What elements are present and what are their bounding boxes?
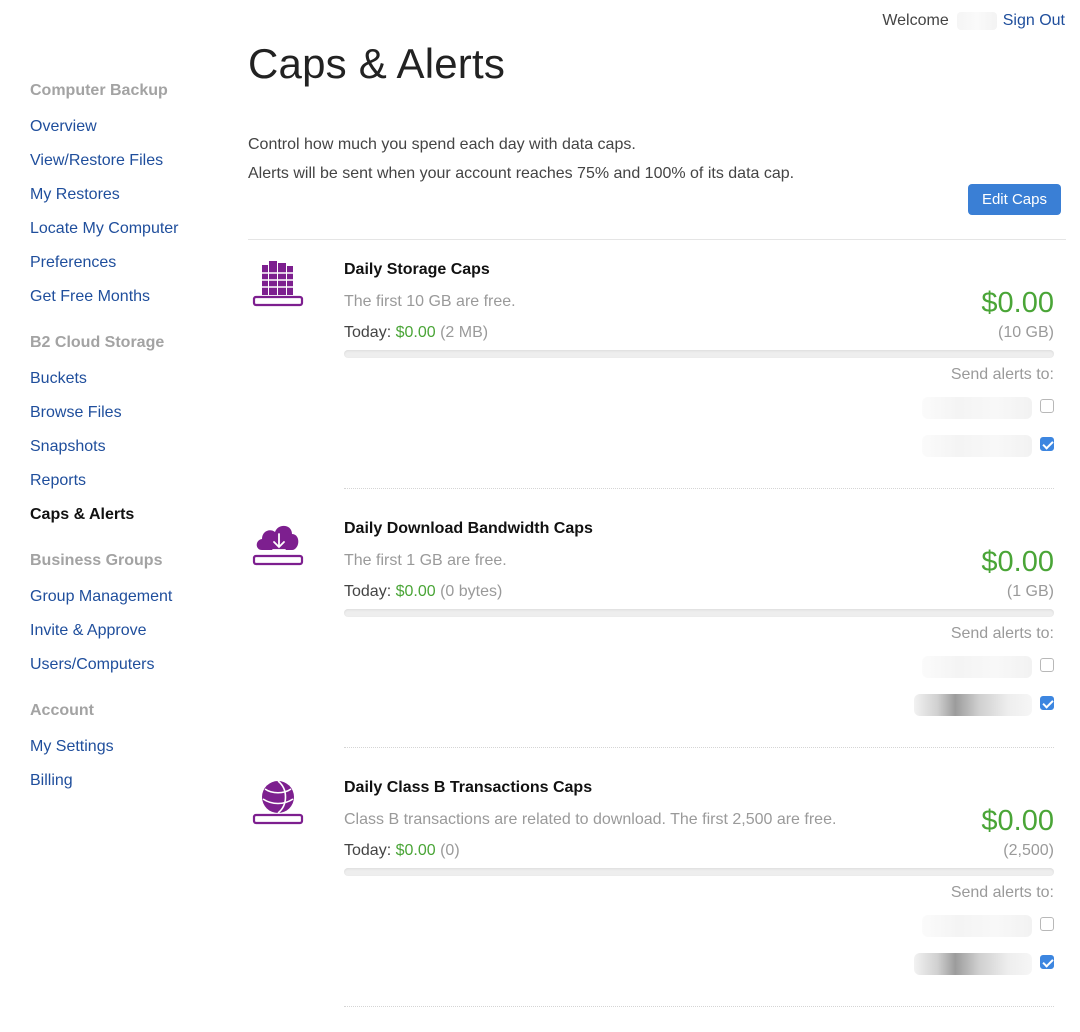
sidebar-item-caps-alerts[interactable]: Caps & Alerts [30, 506, 230, 526]
sidebar-item-browse-files[interactable]: Browse Files [30, 404, 230, 424]
sidebar: Computer Backup Overview View/Restore Fi… [30, 82, 230, 818]
cap-title: Daily Class B Transactions Caps [344, 779, 593, 796]
divider [248, 239, 1066, 240]
welcome-text: Welcome [882, 12, 949, 29]
cap-storage-content: Daily Storage Caps The first 10 GB are f… [344, 261, 1054, 457]
globe-icon [252, 779, 306, 827]
page-title: Caps & Alerts [248, 40, 506, 87]
sidebar-item-get-free-months[interactable]: Get Free Months [30, 288, 230, 308]
sidebar-item-reports[interactable]: Reports [30, 472, 230, 492]
sidebar-item-locate-my-computer[interactable]: Locate My Computer [30, 220, 230, 240]
sidebar-item-group-management[interactable]: Group Management [30, 588, 230, 608]
today-detail: (0 bytes) [440, 583, 503, 600]
sign-out-link[interactable]: Sign Out [1003, 12, 1065, 30]
alert-checkbox[interactable] [1040, 437, 1054, 451]
recipient-redacted [914, 694, 1032, 716]
cap-limit: (2,500) [1003, 842, 1054, 859]
cap-limit: (1 GB) [1006, 583, 1054, 600]
cap-amount: $0.00 [981, 287, 1054, 319]
recipient-redacted [922, 435, 1032, 457]
alert-recipient [344, 395, 1054, 419]
today-row: Today: $0.00 (0) (2,500) [344, 842, 1054, 862]
top-bar: Welcome Sign Out [882, 12, 1065, 30]
sidebar-item-view-restore-files[interactable]: View/Restore Files [30, 152, 230, 172]
cap-title: Daily Download Bandwidth Caps [344, 520, 593, 537]
sidebar-group-computer-backup: Computer Backup Overview View/Restore Fi… [30, 82, 230, 308]
cap-description: The first 10 GB are free. [344, 293, 516, 310]
recipient-redacted [914, 953, 1032, 975]
cap-amount: $0.00 [981, 546, 1054, 578]
alert-recipient [344, 692, 1054, 716]
sidebar-item-my-settings[interactable]: My Settings [30, 738, 230, 758]
today-value: $0.00 [395, 583, 436, 600]
usage-progress-bar [344, 350, 1054, 358]
today-detail: (0) [440, 842, 460, 859]
sidebar-item-billing[interactable]: Billing [30, 772, 230, 792]
server-icon [252, 261, 306, 309]
cap-class-b-content: Daily Class B Transactions Caps Class B … [344, 779, 1054, 975]
cap-description: The first 1 GB are free. [344, 552, 507, 569]
alert-checkbox[interactable] [1040, 696, 1054, 710]
edit-caps-button[interactable]: Edit Caps [967, 184, 1061, 215]
alert-checkbox[interactable] [1040, 399, 1054, 413]
recipient-redacted [922, 397, 1032, 419]
sidebar-item-users-computers[interactable]: Users/Computers [30, 656, 230, 676]
send-alerts-label: Send alerts to: [950, 366, 1054, 383]
alert-checkbox[interactable] [1040, 955, 1054, 969]
intro-line-alerts: Alerts will be sent when your account re… [248, 165, 795, 182]
sidebar-item-preferences[interactable]: Preferences [30, 254, 230, 274]
alert-recipient [344, 951, 1054, 975]
usage-progress-bar [344, 868, 1054, 876]
cap-title: Daily Storage Caps [344, 261, 490, 278]
today-label: Today: [344, 324, 392, 341]
sidebar-section-title: Account [30, 702, 94, 719]
today-detail: (2 MB) [440, 324, 489, 341]
send-alerts-label: Send alerts to: [950, 625, 1054, 642]
sidebar-group-account: Account My Settings Billing [30, 702, 230, 792]
sidebar-group-business-groups: Business Groups Group Management Invite … [30, 552, 230, 676]
intro-text: Control how much you spend each day with… [248, 130, 1066, 188]
sidebar-item-my-restores[interactable]: My Restores [30, 186, 230, 206]
recipient-redacted [922, 915, 1032, 937]
sidebar-section-title: Business Groups [30, 552, 163, 569]
today-value: $0.00 [395, 842, 436, 859]
alert-checkbox[interactable] [1040, 658, 1054, 672]
main-content: Caps & Alerts Control how much you spend… [248, 40, 1066, 1007]
cap-storage: Daily Storage Caps The first 10 GB are f… [248, 261, 1066, 511]
sidebar-item-overview[interactable]: Overview [30, 118, 230, 138]
alert-recipient [344, 654, 1054, 678]
cap-class-b-transactions: Daily Class B Transactions Caps Class B … [248, 779, 1066, 1029]
alert-recipient [344, 433, 1054, 457]
cap-separator [344, 1006, 1054, 1007]
sidebar-item-buckets[interactable]: Buckets [30, 370, 230, 390]
cloud-download-icon [252, 520, 306, 568]
sidebar-section-title: B2 Cloud Storage [30, 334, 165, 351]
cap-amount: $0.00 [981, 805, 1054, 837]
cap-separator [344, 488, 1054, 489]
username-redacted [956, 12, 997, 30]
sidebar-item-invite-approve[interactable]: Invite & Approve [30, 622, 230, 642]
usage-progress-bar [344, 609, 1054, 617]
cap-download-bandwidth: Daily Download Bandwidth Caps The first … [248, 520, 1066, 770]
cap-description: Class B transactions are related to down… [344, 811, 837, 828]
recipient-redacted [922, 656, 1032, 678]
today-label: Today: [344, 583, 392, 600]
today-row: Today: $0.00 (0 bytes) (1 GB) [344, 583, 1054, 603]
cap-separator [344, 747, 1054, 748]
cap-limit: (10 GB) [997, 324, 1054, 341]
cap-download-content: Daily Download Bandwidth Caps The first … [344, 520, 1054, 716]
sidebar-group-b2-cloud-storage: B2 Cloud Storage Buckets Browse Files Sn… [30, 334, 230, 526]
send-alerts-label: Send alerts to: [950, 884, 1054, 901]
intro-line-caps: Control how much you spend each day with… [248, 136, 636, 153]
today-value: $0.00 [395, 324, 436, 341]
alert-recipient [344, 913, 1054, 937]
alert-checkbox[interactable] [1040, 917, 1054, 931]
sidebar-item-snapshots[interactable]: Snapshots [30, 438, 230, 458]
sidebar-section-title: Computer Backup [30, 82, 168, 99]
today-row: Today: $0.00 (2 MB) (10 GB) [344, 324, 1054, 344]
today-label: Today: [344, 842, 392, 859]
